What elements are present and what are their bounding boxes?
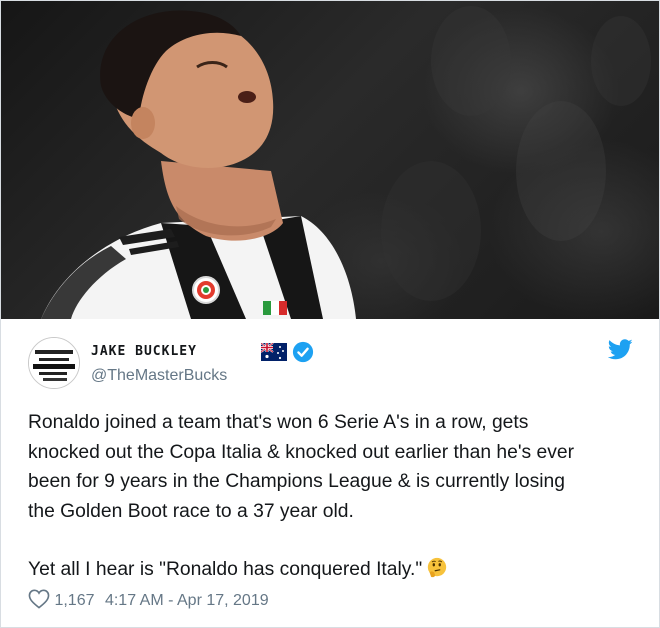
tweet-text-line: been for 9 years in the Champions League…: [28, 471, 565, 493]
tweet-card[interactable]: JAKE BUCKLEY @TheMasterBucks Ronaldo joi…: [0, 0, 660, 628]
tweet-text-line: knocked out the Copa Italia & knocked ou…: [28, 441, 575, 463]
display-name[interactable]: JAKE BUCKLEY: [91, 343, 197, 361]
tweet-text-line: the Golden Boot race to a 37 year old.: [28, 501, 354, 523]
australia-flag-icon: [261, 343, 287, 361]
tweet-meta: 1,167 4:17 AM - Apr 17, 2019: [28, 589, 275, 613]
tweet-text: Ronaldo joined a team that's won 6 Serie…: [28, 408, 648, 585]
tweet-text-last-line: Yet all I hear is "Ronaldo has conquered…: [28, 555, 648, 585]
twitter-bird-icon[interactable]: [608, 339, 633, 360]
avatar[interactable]: [28, 337, 80, 389]
avatar-image: [29, 338, 79, 388]
player-photo-illustration: [41, 6, 651, 319]
like-count[interactable]: 1,167: [54, 592, 94, 609]
thinking-face-emoji-icon: [428, 557, 447, 577]
verified-badge-icon: [292, 341, 314, 363]
handle[interactable]: @TheMasterBucks: [91, 367, 227, 385]
tweet-text-line: Yet all I hear is "Ronaldo has conquered…: [28, 558, 423, 580]
heart-icon[interactable]: [28, 589, 50, 609]
tweet-text-line: Ronaldo joined a team that's won 6 Serie…: [28, 412, 529, 433]
timestamp[interactable]: 4:17 AM - Apr 17, 2019: [105, 592, 269, 609]
tweet-photo[interactable]: [1, 1, 659, 319]
tweet-body: JAKE BUCKLEY @TheMasterBucks Ronaldo joi…: [1, 319, 659, 627]
